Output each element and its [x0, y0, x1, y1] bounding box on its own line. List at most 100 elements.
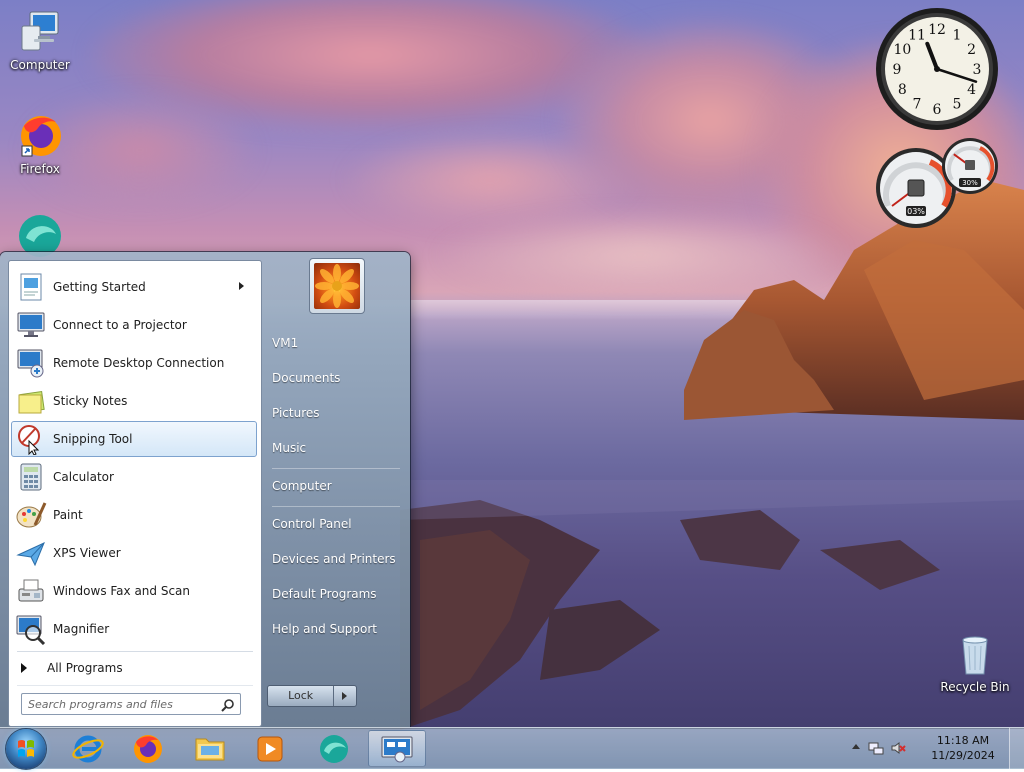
program-label: Snipping Tool	[53, 432, 133, 446]
clock-numeral: 3	[973, 62, 982, 78]
user-picture-flower	[314, 263, 360, 309]
program-label: Remote Desktop Connection	[53, 356, 225, 370]
program-label: Getting Started	[53, 280, 146, 294]
clock-numeral: 11	[908, 27, 926, 43]
program-paint[interactable]: Paint	[11, 497, 257, 533]
desktop-icon-label: Firefox	[20, 162, 60, 176]
link-computer[interactable]: Computer	[272, 471, 408, 501]
network-icon[interactable]	[868, 740, 884, 759]
program-remote-desktop-connection[interactable]: Remote Desktop Connection	[11, 345, 257, 381]
snipping-tool-icon	[15, 423, 47, 456]
submenu-arrow-icon	[239, 282, 244, 290]
clock-numeral: 5	[953, 97, 962, 113]
clock-numeral: 8	[898, 82, 907, 98]
foreground-rocks	[400, 480, 1024, 730]
start-search-box[interactable]	[21, 693, 241, 715]
desktop-icon-recycle-bin[interactable]: Recycle Bin	[935, 630, 1015, 694]
recycle-bin-icon	[951, 630, 999, 678]
program-sticky-notes[interactable]: Sticky Notes	[11, 383, 257, 419]
clock-numeral: 10	[893, 42, 911, 58]
desktop-icon-label: Recycle Bin	[940, 680, 1010, 694]
taskbar-media-player[interactable]	[244, 730, 296, 767]
remote-desktop-icon	[381, 736, 413, 763]
show-desktop-button[interactable]	[1009, 728, 1024, 769]
cpu-meter-gadget[interactable]: 03% 30%	[874, 136, 1000, 232]
desktop-icon-firefox[interactable]: Firefox	[0, 112, 80, 176]
program-label: XPS Viewer	[53, 546, 121, 560]
desktop-icon-label: Computer	[10, 58, 70, 72]
link-pictures[interactable]: Pictures	[272, 398, 408, 428]
volume-muted-icon[interactable]	[890, 740, 906, 759]
start-menu: Getting Started Connect to a Projector R…	[0, 252, 410, 727]
search-input[interactable]	[28, 696, 218, 712]
program-xps-viewer[interactable]: XPS Viewer	[11, 535, 257, 571]
clock-numeral: 12	[928, 22, 946, 38]
program-label: Calculator	[53, 470, 114, 484]
program-windows-fax-and-scan[interactable]: Windows Fax and Scan	[11, 573, 257, 609]
taskbar-firefox[interactable]	[122, 730, 174, 767]
link-help-and-support[interactable]: Help and Support	[272, 614, 408, 644]
programs-separator	[17, 651, 253, 652]
taskbar-remote-desktop-active[interactable]	[368, 730, 426, 767]
clock-gadget[interactable]: 12 1 2 3 4 5 6 7 8 9 10 11	[874, 6, 1000, 132]
link-music[interactable]: Music	[272, 433, 408, 463]
clock-time: 11:18 AM	[936, 734, 990, 747]
program-label: Magnifier	[53, 622, 110, 636]
all-programs-label: All Programs	[47, 661, 123, 675]
right-pane-separator	[272, 506, 400, 507]
sticky-notes-icon	[15, 385, 47, 417]
system-tray: 11:18 AM 11/29/2024	[834, 728, 1024, 769]
program-calculator[interactable]: Calculator	[11, 459, 257, 495]
right-pane-separator	[272, 468, 400, 469]
calculator-icon	[15, 461, 47, 493]
link-default-programs[interactable]: Default Programs	[272, 579, 408, 609]
windows-explorer-icon	[195, 738, 225, 761]
start-menu-right-pane: VM1 Documents Pictures Music Computer Co…	[262, 252, 410, 727]
program-getting-started[interactable]: Getting Started	[11, 269, 257, 305]
clock-numeral: 2	[967, 42, 976, 58]
search-icon[interactable]	[221, 698, 235, 712]
getting-started-icon	[15, 271, 47, 303]
computer-icon	[16, 8, 64, 56]
user-avatar[interactable]	[309, 258, 365, 314]
taskbar-clock[interactable]: 11:18 AM 11/29/2024	[928, 733, 998, 763]
desktop-icon-computer[interactable]: Computer	[0, 8, 80, 72]
taskbar-app[interactable]	[308, 730, 360, 767]
program-label: Windows Fax and Scan	[53, 584, 191, 598]
link-devices-and-printers[interactable]: Devices and Printers	[272, 544, 408, 574]
clock-date: 11/29/2024	[931, 749, 995, 762]
all-programs-arrow-icon	[21, 663, 27, 673]
firefox-icon	[134, 735, 162, 763]
taskbar-windows-explorer[interactable]	[184, 730, 236, 767]
start-button[interactable]	[6, 729, 46, 769]
link-control-panel[interactable]: Control Panel	[272, 509, 408, 539]
clock-numeral: 6	[933, 102, 942, 118]
clock-numeral: 7	[913, 97, 922, 113]
remote-desktop-icon	[15, 347, 47, 379]
program-snipping-tool[interactable]: Snipping Tool	[11, 421, 257, 457]
fax-scan-icon	[15, 575, 47, 607]
cpu-percent-label: 03%	[907, 207, 925, 216]
app-icon	[320, 735, 348, 763]
paint-icon	[15, 499, 47, 531]
taskbar: 11:18 AM 11/29/2024	[0, 727, 1024, 769]
link-user-folder[interactable]: VM1	[272, 328, 408, 358]
lock-button[interactable]: Lock	[268, 686, 333, 706]
program-label: Sticky Notes	[53, 394, 128, 408]
link-documents[interactable]: Documents	[272, 363, 408, 393]
program-connect-to-projector[interactable]: Connect to a Projector	[11, 307, 257, 343]
magnifier-icon	[15, 613, 47, 646]
memory-percent-label: 30%	[962, 179, 978, 187]
program-label: Connect to a Projector	[53, 318, 187, 332]
internet-explorer-icon	[72, 735, 104, 763]
lock-button-group: Lock	[267, 685, 357, 707]
start-menu-programs-pane: Getting Started Connect to a Projector R…	[8, 260, 262, 727]
all-programs-button[interactable]: All Programs	[11, 654, 257, 682]
xps-viewer-icon	[15, 537, 47, 569]
taskbar-internet-explorer[interactable]	[62, 730, 114, 767]
show-hidden-icons-arrow[interactable]	[852, 744, 860, 749]
firefox-icon	[16, 112, 64, 160]
shutdown-options-arrow[interactable]	[333, 686, 356, 706]
program-magnifier[interactable]: Magnifier	[11, 611, 257, 647]
clock-numeral: 1	[953, 27, 962, 43]
